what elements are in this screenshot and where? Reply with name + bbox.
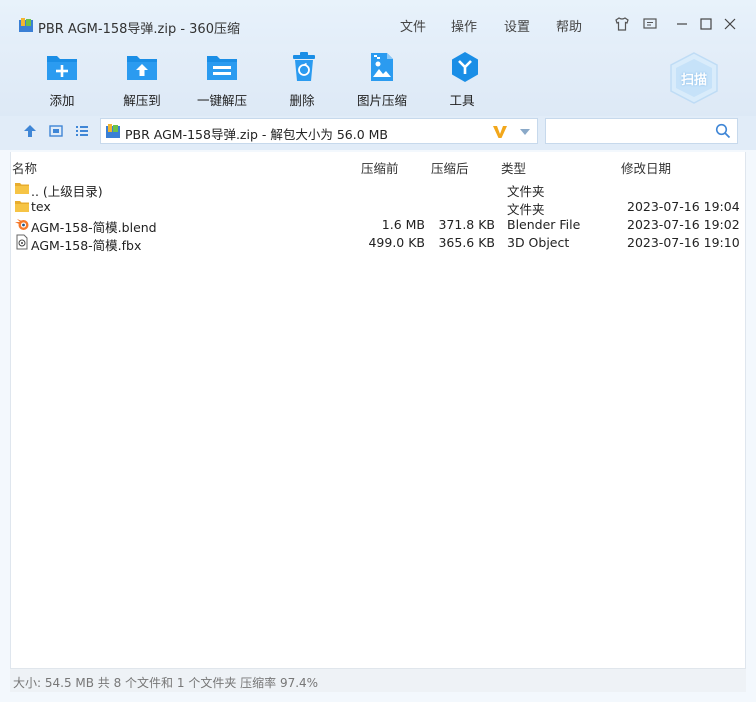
image-compress-label: 图片压缩 <box>356 93 407 108</box>
image-compress-button[interactable]: 图片压缩 <box>356 50 408 109</box>
path-text: PBR AGM-158导弹.zip - 解包大小为 56.0 MB <box>125 127 388 142</box>
file-size-before: 499.0 KB <box>368 235 425 250</box>
up-button[interactable] <box>21 122 39 140</box>
file-row-tex[interactable]: tex 文件夹 2023-07-16 19:04 <box>11 197 745 217</box>
one-click-extract-icon <box>207 56 237 80</box>
archive-app-icon <box>19 18 33 32</box>
file-type: Blender File <box>507 217 581 232</box>
v-logo-icon[interactable] <box>492 124 508 140</box>
app-window: PBR AGM-158导弹.zip - 360压缩 文件 操作 设置 帮助 添加… <box>0 0 756 702</box>
blender-icon <box>15 219 29 230</box>
delete-label: 删除 <box>289 93 315 108</box>
file-size-before: 1.6 MB <box>381 217 425 232</box>
tools-button[interactable]: 工具 <box>448 50 478 109</box>
image-compress-icon <box>371 53 393 81</box>
list-view-button[interactable] <box>73 122 91 140</box>
minimize-icon <box>677 23 687 25</box>
close-button[interactable] <box>720 14 740 34</box>
title-bar: PBR AGM-158导弹.zip - 360压缩 文件 操作 设置 帮助 <box>0 0 756 44</box>
file-row-blend[interactable]: AGM-158-简模.blend 1.6 MB 371.8 KB Blender… <box>11 215 745 235</box>
window-title: PBR AGM-158导弹.zip - 360压缩 <box>38 22 240 37</box>
file-modified: 2023-07-16 19:02 <box>627 217 740 232</box>
file-modified: 2023-07-16 19:10 <box>627 235 740 250</box>
scan-label: 扫描 <box>680 73 707 88</box>
menu-operation[interactable]: 操作 <box>451 16 477 35</box>
extract-to-label: 解压到 <box>123 93 161 108</box>
folder-icon <box>15 201 29 212</box>
menu-file[interactable]: 文件 <box>400 16 426 35</box>
extract-to-icon <box>127 56 157 80</box>
close-icon <box>724 18 736 30</box>
search-icon[interactable] <box>715 123 731 139</box>
delete-button[interactable]: 删除 <box>287 50 317 109</box>
folder-icon <box>15 183 29 194</box>
file-type: 3D Object <box>507 235 570 250</box>
file-name: AGM-158-简模.fbx <box>31 238 142 253</box>
file-row-parent[interactable]: .. (上级目录) 文件夹 <box>11 179 745 199</box>
one-click-extract-label: 一键解压 <box>196 93 247 108</box>
menu-settings[interactable]: 设置 <box>504 16 530 35</box>
message-icon <box>643 18 657 29</box>
status-bar: 大小: 54.5 MB 共 8 个文件和 1 个文件夹 压缩率 97.4% <box>10 668 746 692</box>
tools-icon <box>452 52 478 82</box>
extract-to-button[interactable]: 解压到 <box>122 50 162 109</box>
thumbnail-view-icon <box>49 125 63 137</box>
fbx-file-icon <box>16 234 28 250</box>
column-header-after[interactable]: 压缩后 <box>431 158 469 177</box>
search-input[interactable] <box>545 118 738 144</box>
minimize-button[interactable] <box>672 14 692 34</box>
thumbnail-view-button[interactable] <box>47 122 65 140</box>
path-field[interactable]: PBR AGM-158导弹.zip - 解包大小为 56.0 MB <box>100 118 538 144</box>
maximize-button[interactable] <box>696 14 716 34</box>
scan-button[interactable]: 扫描 <box>667 51 721 105</box>
column-header-type[interactable]: 类型 <box>501 158 526 177</box>
column-header-name[interactable]: 名称 <box>12 158 37 177</box>
add-button[interactable]: 添加 <box>44 50 80 109</box>
status-text: 大小: 54.5 MB 共 8 个文件和 1 个文件夹 压缩率 97.4% <box>13 676 319 690</box>
feedback-button[interactable] <box>640 14 660 34</box>
file-row-fbx[interactable]: AGM-158-简模.fbx 499.0 KB 365.6 KB 3D Obje… <box>11 233 745 253</box>
one-click-extract-button[interactable]: 一键解压 <box>196 50 248 109</box>
list-view-icon <box>76 126 88 136</box>
dropdown-arrow-icon[interactable] <box>518 125 532 139</box>
column-header-before[interactable]: 压缩前 <box>361 158 399 177</box>
tools-label: 工具 <box>449 93 475 108</box>
column-header-modified[interactable]: 修改日期 <box>621 158 671 177</box>
zip-file-icon <box>106 124 120 138</box>
shirt-icon <box>615 17 629 31</box>
menu-help[interactable]: 帮助 <box>556 16 582 35</box>
toolbar: 添加 解压到 一键解压 删除 图片压缩 工具 <box>0 44 756 116</box>
arrow-up-icon <box>24 125 36 137</box>
add-folder-icon <box>47 56 77 80</box>
skin-button[interactable] <box>612 14 632 34</box>
file-modified: 2023-07-16 19:04 <box>627 199 740 214</box>
add-label: 添加 <box>49 93 75 108</box>
trash-icon <box>293 52 315 81</box>
file-size-after: 371.8 KB <box>438 217 495 232</box>
file-size-after: 365.6 KB <box>438 235 495 250</box>
file-name: tex <box>31 199 51 214</box>
maximize-icon <box>700 18 712 30</box>
